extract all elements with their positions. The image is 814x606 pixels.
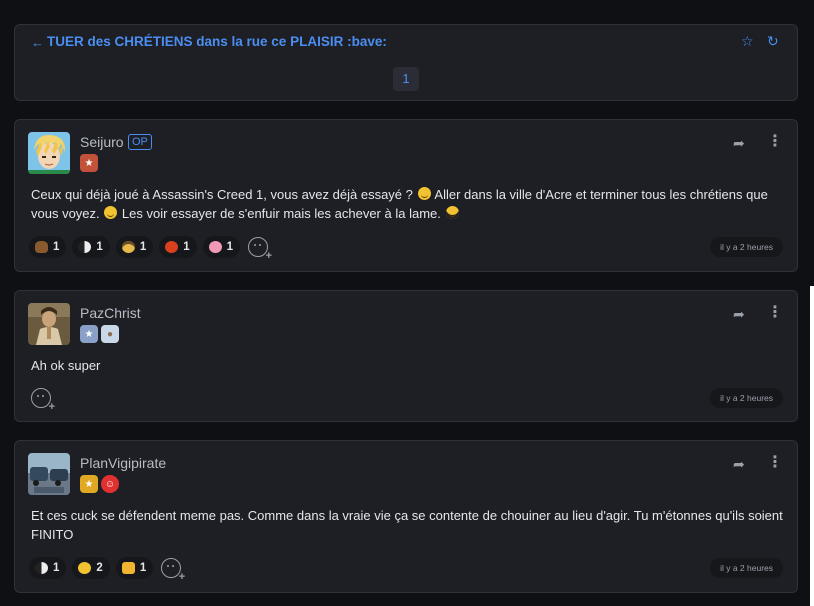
laughing-icon xyxy=(78,562,92,574)
post-content: Et ces cuck se défendent meme pas. Comme… xyxy=(31,508,783,542)
add-reaction-icon[interactable] xyxy=(248,237,272,262)
post-card: Seijuro OP ★ ➦ ⋮ Ceux qui déjà joué à As… xyxy=(14,119,798,272)
page-edge xyxy=(810,286,814,606)
star-rank-icon: ★ xyxy=(80,475,98,493)
user-badges: ★ ● xyxy=(80,325,119,343)
angry-devil-icon xyxy=(165,241,179,253)
user-badges: ★ xyxy=(80,154,98,172)
smiley-icon xyxy=(417,187,431,200)
more-options-icon[interactable]: ⋮ xyxy=(767,305,783,321)
post-content: Ah ok super xyxy=(31,358,101,373)
post-timestamp: il y a 2 heures xyxy=(710,388,783,408)
character-badge-icon: ● xyxy=(101,325,119,343)
more-options-icon[interactable]: ⋮ xyxy=(767,134,783,150)
avatar[interactable] xyxy=(28,303,70,345)
refresh-icon[interactable]: ↻ xyxy=(767,33,779,50)
username[interactable]: PazChrist xyxy=(80,305,141,321)
add-reaction-icon[interactable] xyxy=(161,558,185,583)
reaction-thumbs-up[interactable]: 1 xyxy=(115,557,154,579)
add-reaction-icon[interactable] xyxy=(31,388,55,413)
clown-badge-icon: ☺ xyxy=(101,475,119,493)
share-icon[interactable]: ➦ xyxy=(733,135,745,152)
star-icon[interactable]: ☆ xyxy=(741,33,754,50)
post-timestamp: il y a 2 heures xyxy=(710,558,783,578)
more-options-icon[interactable]: ⋮ xyxy=(767,455,783,471)
post-content: Ceux qui déjà joué à Assassin's Creed 1,… xyxy=(31,187,768,221)
sunglasses-smiley-icon xyxy=(445,206,459,219)
reaction-poop[interactable]: 1 xyxy=(29,236,67,258)
star-rank-icon: ★ xyxy=(80,325,98,343)
arrow-left-icon[interactable]: ← xyxy=(31,35,44,50)
page-button-1[interactable]: 1 xyxy=(393,67,419,91)
reaction-pink-pig[interactable]: 1 xyxy=(202,236,241,258)
avatar[interactable] xyxy=(28,132,70,174)
penguin-icon xyxy=(35,562,48,574)
pink-pig-icon xyxy=(208,241,222,253)
star-rank-icon: ★ xyxy=(80,154,98,172)
reaction-bar: 1 2 1 xyxy=(29,557,185,583)
poop-icon xyxy=(35,241,48,253)
share-icon[interactable]: ➦ xyxy=(733,456,745,473)
op-badge: OP xyxy=(128,134,152,150)
post-card: PlanVigipirate ★ ☺ ➦ ⋮ Et ces cuck se dé… xyxy=(14,440,798,593)
avatar[interactable] xyxy=(28,453,70,495)
topic-header: ← TUER des CHRÉTIENS dans la rue ce PLAI… xyxy=(14,24,798,101)
user-badges: ★ ☺ xyxy=(80,475,119,493)
reaction-penguin[interactable]: 1 xyxy=(29,557,67,579)
reaction-bar: 1 1 1 1 1 xyxy=(29,236,272,262)
reaction-penguin[interactable]: 1 xyxy=(72,236,110,258)
username[interactable]: Seijuro xyxy=(80,134,124,150)
topic-title: TUER des CHRÉTIENS dans la rue ce PLAISI… xyxy=(47,34,387,49)
reaction-bar xyxy=(29,388,55,413)
post-timestamp: il y a 2 heures xyxy=(710,237,783,257)
cowboy-icon xyxy=(121,241,135,253)
reaction-angry-devil[interactable]: 1 xyxy=(159,236,197,258)
reaction-laughing[interactable]: 2 xyxy=(72,557,110,579)
share-icon[interactable]: ➦ xyxy=(733,306,745,323)
thumbs-up-icon xyxy=(121,562,135,574)
reaction-cowboy[interactable]: 1 xyxy=(115,236,154,258)
penguin-icon xyxy=(78,241,92,253)
post-card: PazChrist ★ ● ➦ ⋮ Ah ok super il y a 2 h… xyxy=(14,290,798,422)
smiley-icon xyxy=(104,206,118,219)
username[interactable]: PlanVigipirate xyxy=(80,455,166,471)
